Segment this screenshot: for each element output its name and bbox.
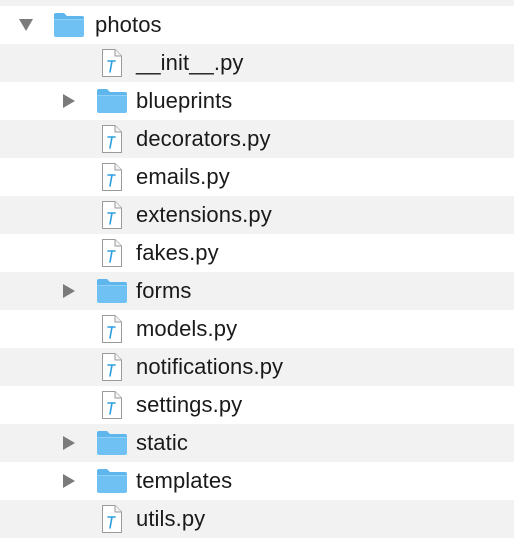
python-file-icon [101, 386, 123, 424]
python-file-icon [101, 196, 123, 234]
folder-icon [96, 424, 128, 462]
tree-row-file[interactable]: emails.py [0, 158, 514, 196]
tree-item-label: photos [95, 12, 162, 37]
disclosure-triangle-expanded-icon[interactable] [18, 6, 34, 44]
python-file-icon [101, 348, 123, 386]
tree-item-label: fakes.py [136, 240, 219, 265]
folder-icon [53, 6, 85, 44]
tree-item-label: extensions.py [136, 202, 272, 227]
disclosure-triangle-collapsed-icon[interactable] [61, 462, 77, 500]
folder-icon [96, 82, 128, 120]
tree-item-label: static [136, 430, 188, 455]
tree-row-file[interactable]: utils.py [0, 500, 514, 538]
disclosure-triangle-collapsed-icon[interactable] [61, 82, 77, 120]
tree-item-label: __init__.py [136, 50, 244, 75]
tree-item-label: decorators.py [136, 126, 271, 151]
disclosure-triangle-collapsed-icon[interactable] [61, 272, 77, 310]
python-file-icon [101, 120, 123, 158]
tree-row-file[interactable]: extensions.py [0, 196, 514, 234]
tree-row-file[interactable]: decorators.py [0, 120, 514, 158]
tree-item-label: blueprints [136, 88, 233, 113]
python-file-icon [101, 44, 123, 82]
tree-item-label: settings.py [136, 392, 243, 417]
disclosure-triangle-collapsed-icon[interactable] [61, 424, 77, 462]
tree-item-label: templates [136, 468, 233, 493]
tree-row-folder[interactable]: blueprints [0, 82, 514, 120]
python-file-icon [101, 234, 123, 272]
tree-row-file[interactable]: models.py [0, 310, 514, 348]
file-tree: photos __init__.py blueprints decorators.p… [0, 6, 514, 538]
python-file-icon [101, 158, 123, 196]
tree-item-label: emails.py [136, 164, 230, 189]
python-file-icon [101, 310, 123, 348]
tree-item-label: utils.py [136, 506, 206, 531]
tree-row-file[interactable]: __init__.py [0, 44, 514, 82]
tree-row-folder[interactable]: forms [0, 272, 514, 310]
python-file-icon [101, 500, 123, 538]
folder-icon [96, 272, 128, 310]
tree-item-label: forms [136, 278, 192, 303]
tree-item-label: models.py [136, 316, 238, 341]
tree-row-file[interactable]: fakes.py [0, 234, 514, 272]
tree-row-folder[interactable]: static [0, 424, 514, 462]
tree-row-file[interactable]: notifications.py [0, 348, 514, 386]
tree-row-root-folder[interactable]: photos [0, 6, 514, 44]
tree-item-label: notifications.py [136, 354, 284, 379]
folder-icon [96, 462, 128, 500]
tree-row-file[interactable]: settings.py [0, 386, 514, 424]
tree-row-folder[interactable]: templates [0, 462, 514, 500]
